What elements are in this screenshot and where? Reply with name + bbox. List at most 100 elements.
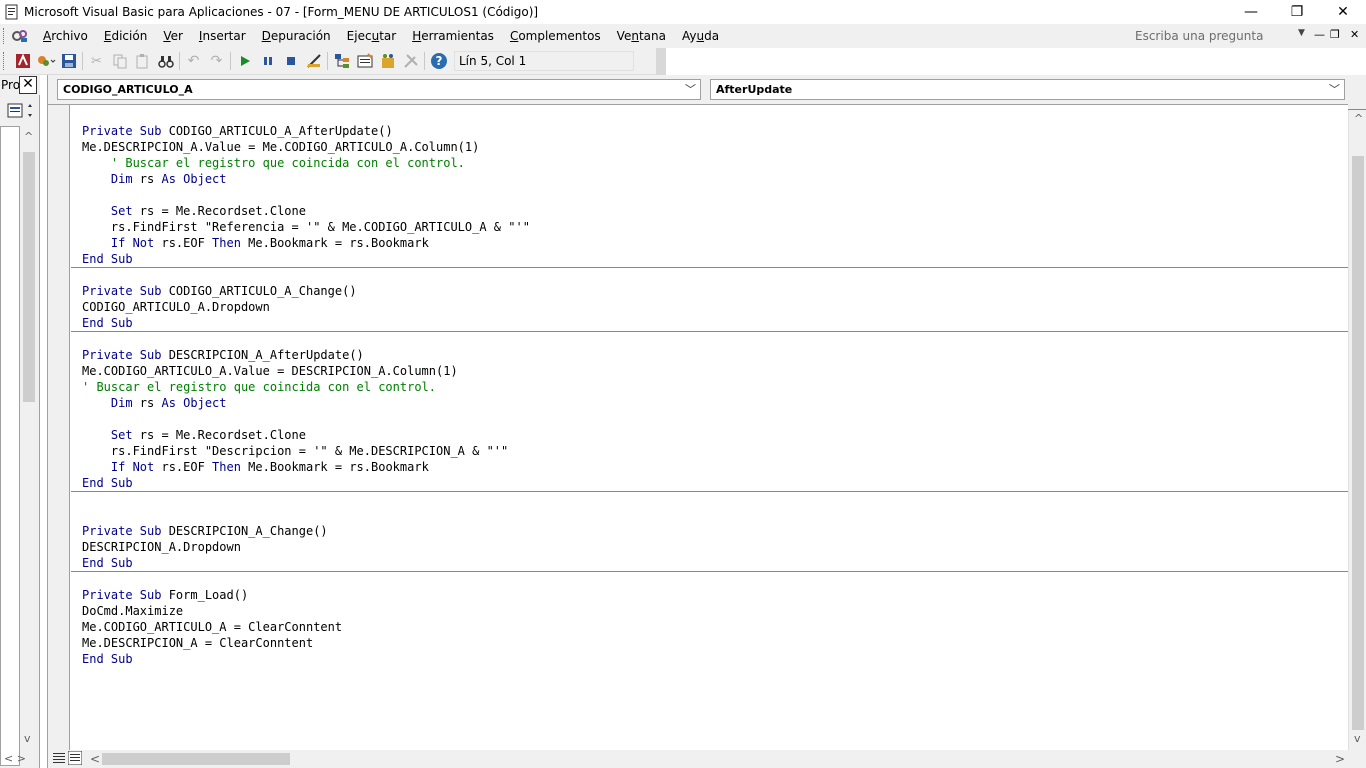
find-button[interactable] [154,50,177,72]
procedure-combo[interactable]: AfterUpdate ﹀ [710,79,1345,100]
code-keyword: Private Sub [82,284,162,298]
code-line[interactable]: End Sub [82,555,1347,571]
save-button[interactable] [57,50,80,72]
code-token: CODIGO_ARTICULO_A_AfterUpdate() [161,124,393,138]
code-line[interactable]: Me.DESCRIPCION_A.Value = Me.CODIGO_ARTIC… [82,139,1347,155]
help-search-input[interactable]: Escriba una pregunta [1131,27,1311,45]
scroll-up-icon[interactable]: ^ [1354,112,1363,125]
insert-module-button[interactable] [34,50,57,72]
split-bar[interactable] [1348,104,1366,110]
toolbar-grip[interactable] [3,52,7,70]
code-vertical-scrollbar[interactable]: ^ v [1348,104,1366,750]
code-line[interactable]: End Sub [82,475,1347,491]
menu-item[interactable]: Archivo [35,24,96,48]
close-button[interactable]: ✕ [1320,0,1366,24]
scroll-down-icon[interactable]: v [1354,732,1361,745]
menu-grip[interactable] [3,28,7,44]
scroll-thumb[interactable] [1352,156,1364,730]
code-line[interactable] [82,331,1347,347]
design-mode-button[interactable] [302,50,325,72]
run-button[interactable] [233,50,256,72]
scroll-thumb[interactable] [23,152,35,402]
code-line[interactable]: Dim rs As Object [82,171,1347,187]
mdi-minimize-icon[interactable]: — [1314,28,1325,41]
menu-item[interactable]: Ventana [609,24,674,48]
code-line[interactable]: Private Sub Form_Load() [82,587,1347,603]
code-line[interactable]: Private Sub DESCRIPCION_A_AfterUpdate() [82,347,1347,363]
code-line[interactable]: DoCmd.Maximize [82,603,1347,619]
code-line[interactable]: If Not rs.EOF Then Me.Bookmark = rs.Book… [82,459,1347,475]
code-editor[interactable]: Private Sub CODIGO_ARTICULO_A_AfterUpdat… [48,104,1348,751]
code-line[interactable]: Me.CODIGO_ARTICULO_A = ClearConntent [82,619,1347,635]
code-line[interactable] [82,187,1347,203]
code-line[interactable]: Private Sub CODIGO_ARTICULO_A_Change() [82,283,1347,299]
project-explorer-button[interactable] [330,50,353,72]
code-line[interactable]: End Sub [82,651,1347,667]
project-panel-close-button[interactable]: ✕ [19,76,37,94]
code-line[interactable]: Private Sub DESCRIPCION_A_Change() [82,523,1347,539]
code-line[interactable] [82,507,1347,523]
copy-button[interactable] [108,50,131,72]
help-dropdown-icon[interactable]: ▼ [1298,28,1305,38]
mdi-restore-icon[interactable]: ❐ [1330,28,1340,41]
menu-item[interactable]: Complementos [502,24,609,48]
code-line[interactable]: If Not rs.EOF Then Me.Bookmark = rs.Book… [82,235,1347,251]
scroll-down-icon[interactable]: v [24,732,31,745]
view-object-icon[interactable] [4,101,36,121]
code-line[interactable]: DESCRIPCION_A.Dropdown [82,539,1347,555]
scroll-up-icon[interactable]: ^ [24,130,33,143]
toolbar-options-icon[interactable] [656,48,666,75]
help-button[interactable]: ? [427,50,450,72]
toolbox-button[interactable] [399,50,422,72]
menu-item[interactable]: Herramientas [404,24,502,48]
project-tree-hscroll[interactable]: < > [0,750,40,768]
code-line[interactable]: End Sub [82,315,1347,331]
paste-button[interactable] [131,50,154,72]
code-line[interactable]: End Sub [82,251,1347,267]
object-browser-button[interactable] [376,50,399,72]
code-line[interactable]: Dim rs As Object [82,395,1347,411]
code-line[interactable]: rs.FindFirst "Referencia = '" & Me.CODIG… [82,219,1347,235]
margin-indicator-bar[interactable] [48,105,70,751]
restore-button[interactable]: ❐ [1274,0,1320,24]
horizontal-scroll-thumb[interactable] [102,753,290,765]
code-line[interactable] [82,571,1347,587]
code-line[interactable]: Set rs = Me.Recordset.Clone [82,203,1347,219]
cut-button[interactable]: ✂ [85,50,108,72]
code-line[interactable]: Set rs = Me.Recordset.Clone [82,427,1347,443]
procedure-view-icon[interactable] [52,751,66,765]
mdi-close-icon[interactable]: ✕ [1350,28,1359,41]
code-line[interactable] [82,267,1347,283]
code-line[interactable] [82,491,1347,507]
menu-item[interactable]: Depuración [254,24,339,48]
code-text[interactable]: Private Sub CODIGO_ARTICULO_A_AfterUpdat… [82,123,1347,667]
vba-editor-window: Microsoft Visual Basic para Aplicaciones… [0,0,1366,768]
menu-item[interactable]: Insertar [191,24,254,48]
break-button[interactable] [256,50,279,72]
menu-item[interactable]: Edición [96,24,155,48]
scroll-left-icon[interactable]: < [90,750,100,768]
menu-item[interactable]: Ejecutar [339,24,405,48]
object-combo[interactable]: CODIGO_ARTICULO_A ﹀ [57,79,701,100]
vba-menu-icon[interactable] [11,28,29,44]
reset-button[interactable] [279,50,302,72]
code-line[interactable]: ' Buscar el registro que coincida con el… [82,155,1347,171]
code-line[interactable] [82,411,1347,427]
redo-button[interactable]: ↷ [205,50,228,72]
code-line[interactable]: ' Buscar el registro que coincida con el… [82,379,1347,395]
menu-item[interactable]: Ver [155,24,191,48]
menu-item[interactable]: Ayuda [674,24,727,48]
scroll-right-icon[interactable]: > [1335,750,1345,768]
properties-window-button[interactable] [353,50,376,72]
view-access-button[interactable] [11,50,34,72]
code-line[interactable]: CODIGO_ARTICULO_A.Dropdown [82,299,1347,315]
code-line[interactable]: Me.DESCRIPCION_A = ClearConntent [82,635,1347,651]
full-module-view-icon[interactable] [68,751,82,765]
project-tree-scrollbar[interactable]: ^ v [20,126,38,751]
code-line[interactable]: rs.FindFirst "Descripcion = '" & Me.DESC… [82,443,1347,459]
undo-button[interactable]: ↶ [182,50,205,72]
code-line[interactable]: Private Sub CODIGO_ARTICULO_A_AfterUpdat… [82,123,1347,139]
minimize-button[interactable]: — [1228,0,1274,24]
code-line[interactable]: Me.CODIGO_ARTICULO_A.Value = DESCRIPCION… [82,363,1347,379]
project-tree[interactable] [0,126,20,766]
